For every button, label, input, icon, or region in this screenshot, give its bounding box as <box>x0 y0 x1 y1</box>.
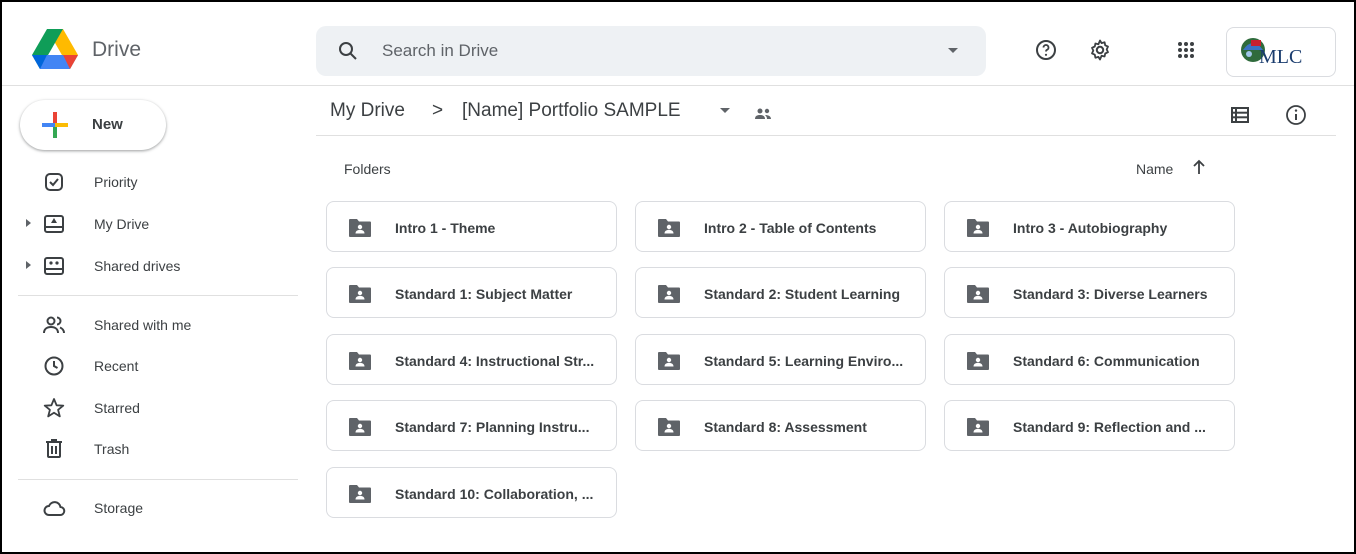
folder-tile[interactable]: Standard 10: Collaboration, ... <box>326 467 617 518</box>
folder-name: Standard 9: Reflection and ... <box>1013 419 1206 435</box>
drive-window: Drive Search in Drive MLC New Priority M… <box>0 0 1356 554</box>
expand-arrow-icon[interactable] <box>26 261 31 269</box>
shared-folder-icon <box>349 352 371 370</box>
sidebar-item-label: Storage <box>94 500 144 516</box>
new-button[interactable]: New <box>20 100 166 150</box>
shared-folder-icon <box>658 418 680 436</box>
sidebar-item-my-drive[interactable]: My Drive <box>2 206 298 242</box>
sidebar-item-priority[interactable]: Priority <box>2 164 298 200</box>
help-icon[interactable] <box>1034 38 1058 62</box>
folder-name: Standard 5: Learning Enviro... <box>704 353 904 369</box>
folder-name: Standard 8: Assessment <box>704 419 867 435</box>
sidebar-item-shared-with-me[interactable]: Shared with me <box>2 307 298 343</box>
folder-tile[interactable]: Intro 1 - Theme <box>326 201 617 252</box>
account-label: MLC <box>1259 46 1303 68</box>
sidebar-item-label: My Drive <box>94 216 150 232</box>
folder-name: Standard 6: Communication <box>1013 353 1200 369</box>
sidebar-item-label: Trash <box>94 441 130 457</box>
expand-arrow-icon[interactable] <box>26 219 31 227</box>
my-drive-icon <box>44 215 64 233</box>
folder-tile[interactable]: Standard 5: Learning Enviro... <box>635 334 926 385</box>
shared-folder-icon <box>967 418 989 436</box>
folder-name: Standard 7: Planning Instru... <box>395 419 590 435</box>
sort-ascending-arrow-icon[interactable] <box>1190 157 1208 177</box>
folder-tile[interactable]: Standard 7: Planning Instru... <box>326 400 617 451</box>
sidebar-item-starred[interactable]: Starred <box>2 390 298 426</box>
breadcrumb-root[interactable]: My Drive <box>330 100 405 122</box>
folder-name: Standard 10: Collaboration, ... <box>395 486 594 502</box>
folder-tile[interactable]: Standard 4: Instructional Str... <box>326 334 617 385</box>
sidebar-item-label: Shared with me <box>94 317 192 333</box>
folder-tile[interactable]: Standard 3: Diverse Learners <box>944 267 1235 318</box>
plus-icon <box>42 112 68 138</box>
apps-grid-icon[interactable] <box>1174 38 1198 62</box>
folder-name: Standard 3: Diverse Learners <box>1013 286 1208 302</box>
folder-name: Standard 2: Student Learning <box>704 286 901 302</box>
folder-tile[interactable]: Standard 2: Student Learning <box>635 267 926 318</box>
cloud-icon <box>43 501 66 516</box>
folder-tile[interactable]: Intro 2 - Table of Contents <box>635 201 926 252</box>
search-options-icon[interactable] <box>948 48 958 53</box>
shared-folder-icon <box>967 219 989 237</box>
folder-tile[interactable]: Standard 1: Subject Matter <box>326 267 617 318</box>
shared-folder-icon <box>349 485 371 503</box>
trash-icon <box>46 439 62 458</box>
sidebar-item-shared-drives[interactable]: Shared drives <box>2 248 298 284</box>
app-name[interactable]: Drive <box>92 38 141 62</box>
drive-logo-icon[interactable] <box>32 29 78 69</box>
breadcrumb-separator: > <box>432 100 444 121</box>
sidebar-item-storage[interactable]: Storage <box>2 490 298 526</box>
content-divider <box>316 135 1336 136</box>
folder-name: Intro 1 - Theme <box>395 220 496 236</box>
folder-menu-chevron-down-icon[interactable] <box>720 108 730 113</box>
folder-tile[interactable]: Standard 8: Assessment <box>635 400 926 451</box>
search-bar[interactable]: Search in Drive <box>316 26 986 76</box>
sidebar-item-recent[interactable]: Recent <box>2 348 298 384</box>
sidebar-divider <box>18 295 298 296</box>
top-bar: Drive Search in Drive MLC <box>2 2 1354 86</box>
list-view-icon[interactable] <box>1228 103 1252 127</box>
folder-tile[interactable]: Intro 3 - Autobiography <box>944 201 1235 252</box>
breadcrumb-current[interactable]: [Name] Portfolio SAMPLE <box>462 100 681 122</box>
shared-folder-icon <box>349 219 371 237</box>
info-icon[interactable] <box>1284 103 1308 127</box>
shared-drives-icon <box>44 257 64 275</box>
search-input[interactable]: Search in Drive <box>382 41 498 61</box>
search-icon[interactable] <box>336 39 360 63</box>
priority-icon <box>45 173 63 191</box>
sort-by-name-button[interactable]: Name <box>1136 161 1173 177</box>
sidebar-item-label: Priority <box>94 174 138 190</box>
shared-folder-icon <box>658 352 680 370</box>
sidebar-divider <box>18 479 298 480</box>
shared-folder-people-icon[interactable] <box>752 104 774 124</box>
new-button-label: New <box>92 116 123 133</box>
shared-folder-icon <box>349 418 371 436</box>
folder-name: Intro 3 - Autobiography <box>1013 220 1168 236</box>
settings-gear-icon[interactable] <box>1088 38 1112 62</box>
folder-name: Standard 4: Instructional Str... <box>395 353 595 369</box>
shared-with-me-icon <box>43 316 65 334</box>
folder-tile[interactable]: Standard 9: Reflection and ... <box>944 400 1235 451</box>
shared-folder-icon <box>967 285 989 303</box>
star-icon <box>43 398 65 418</box>
sidebar-item-trash[interactable]: Trash <box>2 431 298 467</box>
shared-folder-icon <box>967 352 989 370</box>
sidebar-item-label: Starred <box>94 400 140 416</box>
shared-folder-icon <box>658 285 680 303</box>
clock-icon <box>44 356 64 376</box>
shared-folder-icon <box>658 219 680 237</box>
shared-folder-icon <box>349 285 371 303</box>
sidebar-item-label: Recent <box>94 358 139 374</box>
folder-tile[interactable]: Standard 6: Communication <box>944 334 1235 385</box>
sidebar-item-label: Shared drives <box>94 258 181 274</box>
folder-name: Intro 2 - Table of Contents <box>704 220 877 236</box>
folders-section-label: Folders <box>344 161 391 177</box>
account-button[interactable]: MLC <box>1226 27 1336 77</box>
folder-name: Standard 1: Subject Matter <box>395 286 573 302</box>
